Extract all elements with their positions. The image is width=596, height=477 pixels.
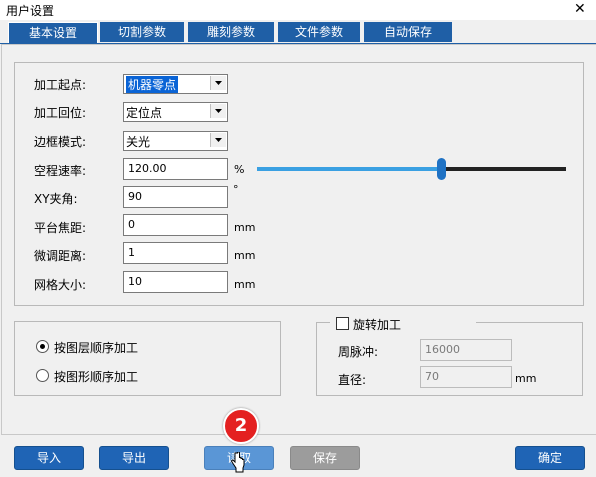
tab-auto-save[interactable]: 自动保存 [364, 22, 452, 42]
diameter-value: 70 [425, 370, 439, 383]
process-return-label: 加工回位: [34, 106, 87, 120]
tab-label: 基本设置 [28, 26, 77, 40]
frame-mode-label: 边框模式: [34, 135, 87, 149]
radio-selected-dot [40, 344, 45, 349]
step-badge: 2 [223, 408, 259, 444]
diameter-label: 直径: [338, 373, 367, 387]
idle-speed-input[interactable]: 120.00 [123, 158, 228, 180]
platform-focus-input[interactable]: 0 [123, 214, 228, 236]
rotary-checkbox[interactable] [336, 317, 349, 330]
diameter-input[interactable]: 70 [420, 366, 512, 388]
fine-adjust-unit: mm [234, 249, 256, 262]
export-button[interactable]: 导出 [99, 446, 169, 470]
tab-strip: 基本设置 切割参数 雕刻参数 文件参数 自动保存 [0, 22, 596, 44]
radio-by-shape[interactable] [36, 369, 49, 382]
grid-size-input[interactable]: 10 [123, 271, 228, 293]
fine-adjust-input[interactable]: 1 [123, 242, 228, 264]
pulse-label: 周脉冲: [338, 345, 379, 359]
chevron-down-icon[interactable] [210, 76, 226, 90]
fine-adjust-label: 微调距离: [34, 249, 87, 263]
save-button[interactable]: 保存 [290, 446, 360, 470]
pulse-input[interactable]: 16000 [420, 339, 512, 361]
tab-label: 文件参数 [294, 25, 343, 39]
platform-focus-unit: mm [234, 221, 256, 234]
idle-speed-label: 空程速率: [34, 164, 87, 178]
rotary-label[interactable]: 旋转加工 [353, 316, 401, 333]
process-return-value: 定位点 [126, 106, 163, 120]
ok-button[interactable]: 确定 [515, 446, 585, 470]
grid-size-value: 10 [128, 275, 142, 288]
pulse-value: 16000 [425, 343, 460, 356]
radio-by-layer[interactable] [36, 340, 49, 353]
idle-speed-value: 120.00 [128, 162, 167, 175]
tab-file-params[interactable]: 文件参数 [278, 22, 360, 42]
idle-speed-slider-track-filled[interactable] [257, 167, 440, 171]
tab-engraving-params[interactable]: 雕刻参数 [188, 22, 274, 42]
grid-size-unit: mm [234, 278, 256, 291]
process-return-select[interactable]: 定位点 [123, 102, 228, 122]
platform-focus-value: 0 [128, 218, 135, 231]
hand-cursor-icon [230, 451, 246, 477]
diameter-unit: mm [515, 372, 537, 385]
platform-focus-label: 平台焦距: [34, 221, 87, 235]
chevron-down-icon[interactable] [210, 133, 226, 147]
title-bar [0, 0, 596, 20]
by-shape-label[interactable]: 按图形顺序加工 [54, 368, 138, 385]
settings-group [14, 62, 584, 306]
xy-angle-value: 90 [128, 190, 142, 203]
process-start-label: 加工起点: [34, 78, 87, 92]
idle-speed-slider-thumb[interactable] [437, 158, 446, 180]
idle-speed-slider-track[interactable] [444, 167, 566, 171]
process-start-value: 机器零点 [126, 76, 179, 93]
tab-label: 切割参数 [117, 25, 166, 39]
tab-label: 雕刻参数 [206, 25, 255, 39]
import-button[interactable]: 导入 [14, 446, 84, 470]
xy-angle-input[interactable]: 90 [123, 186, 228, 208]
tab-label: 自动保存 [383, 25, 432, 39]
frame-mode-value: 关光 [126, 135, 151, 149]
rotary-legend-bg [330, 314, 476, 330]
window-title: 用户设置 [6, 4, 55, 18]
tab-cutting-params[interactable]: 切割参数 [100, 22, 184, 42]
chevron-down-icon[interactable] [210, 104, 226, 118]
frame-mode-select[interactable]: 关光 [123, 131, 228, 151]
idle-speed-unit: % [234, 163, 245, 176]
process-start-select[interactable]: 机器零点 [123, 74, 228, 94]
grid-size-label: 网格大小: [34, 278, 87, 292]
close-icon[interactable]: ✕ [574, 1, 586, 17]
by-layer-label[interactable]: 按图层顺序加工 [54, 339, 138, 356]
fine-adjust-value: 1 [128, 246, 135, 259]
xy-angle-label: XY夹角: [34, 192, 78, 206]
tab-basic-settings[interactable]: 基本设置 [8, 22, 98, 44]
xy-angle-unit: ° [233, 183, 239, 196]
